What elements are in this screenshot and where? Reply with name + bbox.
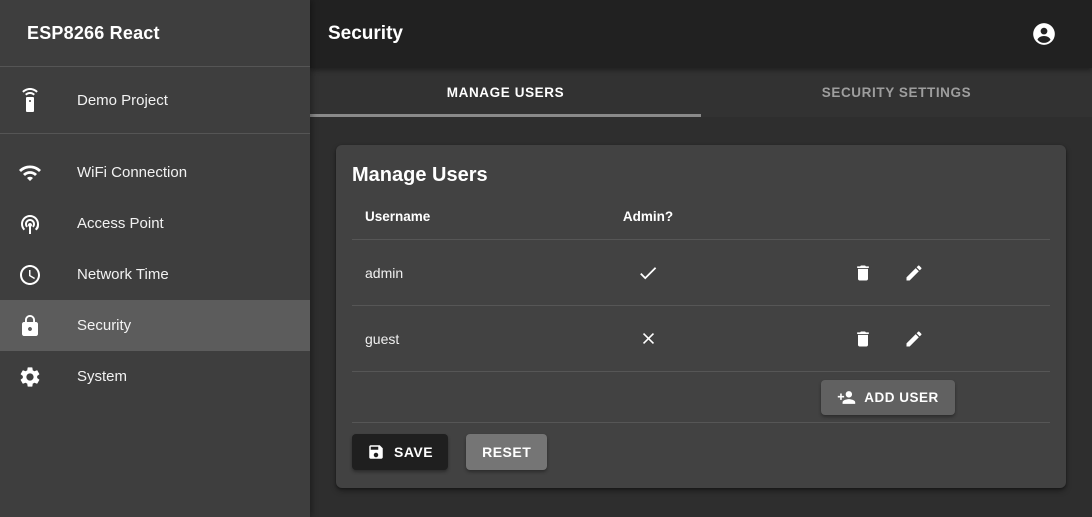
table-header-row: Username Admin? xyxy=(352,194,1050,240)
delete-user-button[interactable] xyxy=(843,319,883,359)
column-header-admin: Admin? xyxy=(570,209,726,224)
sidebar-item-demo-project[interactable]: Demo Project xyxy=(0,67,310,133)
save-icon xyxy=(367,443,385,461)
add-user-button[interactable]: ADD USER xyxy=(821,380,955,415)
person-add-icon xyxy=(837,388,856,407)
lock-icon xyxy=(18,314,42,338)
sidebar: ESP8266 React Demo Project WiFi Connecti… xyxy=(0,0,310,517)
card-title: Manage Users xyxy=(352,161,1050,189)
sidebar-header: ESP8266 React xyxy=(0,0,310,67)
sidebar-item-label: WiFi Connection xyxy=(77,164,187,181)
tab-manage-users[interactable]: MANAGE USERS xyxy=(310,68,701,117)
save-button[interactable]: SAVE xyxy=(352,434,448,470)
content-area: Manage Users Username Admin? admin xyxy=(310,117,1092,517)
table-row: admin xyxy=(352,240,1050,306)
form-actions: SAVE RESET xyxy=(352,434,1050,470)
edit-icon xyxy=(904,329,924,349)
admin-cell xyxy=(570,329,726,348)
sidebar-item-access-point[interactable]: Access Point xyxy=(0,198,310,249)
users-table: Username Admin? admin xyxy=(352,194,1050,423)
actions-cell xyxy=(726,319,1050,359)
edit-user-button[interactable] xyxy=(894,253,934,293)
sidebar-item-wifi-connection[interactable]: WiFi Connection xyxy=(0,147,310,198)
sidebar-item-label: Demo Project xyxy=(77,92,168,109)
check-icon xyxy=(637,262,659,284)
app-title: ESP8266 React xyxy=(27,23,160,44)
page-title: Security xyxy=(328,23,1024,45)
tab-security-settings[interactable]: SECURITY SETTINGS xyxy=(701,68,1092,117)
column-header-username: Username xyxy=(352,209,570,224)
account-button[interactable] xyxy=(1024,14,1064,54)
wifi-tethering-icon xyxy=(18,212,42,236)
delete-icon xyxy=(853,329,873,349)
gear-icon xyxy=(18,365,42,389)
active-tab-indicator xyxy=(310,114,701,117)
wifi-icon xyxy=(18,161,42,185)
sidebar-item-network-time[interactable]: Network Time xyxy=(0,249,310,300)
appbar: Security xyxy=(310,0,1092,68)
edit-icon xyxy=(904,263,924,283)
sidebar-item-security[interactable]: Security xyxy=(0,300,310,351)
sidebar-item-system[interactable]: System xyxy=(0,351,310,402)
tab-label: MANAGE USERS xyxy=(447,85,564,100)
clock-icon xyxy=(18,263,42,287)
actions-cell xyxy=(726,253,1050,293)
reset-label: RESET xyxy=(482,444,531,460)
close-icon xyxy=(639,329,658,348)
main-area: Security MANAGE USERS SECURITY SETTINGS xyxy=(310,0,1092,517)
username-cell: guest xyxy=(352,331,570,347)
account-circle-icon xyxy=(1031,21,1057,47)
tab-bar: MANAGE USERS SECURITY SETTINGS xyxy=(310,68,1092,117)
admin-cell xyxy=(570,262,726,284)
sidebar-item-label: System xyxy=(77,368,127,385)
reset-button[interactable]: RESET xyxy=(466,434,547,470)
sidebar-nav: WiFi Connection Access Point Network Tim… xyxy=(0,134,310,402)
username-cell: admin xyxy=(352,265,570,281)
edit-user-button[interactable] xyxy=(894,319,934,359)
app-window: ESP8266 React Demo Project WiFi Connecti… xyxy=(0,0,1092,517)
manage-users-card: Manage Users Username Admin? admin xyxy=(336,145,1066,488)
remote-icon xyxy=(18,88,42,112)
add-user-label: ADD USER xyxy=(864,390,939,405)
table-row: guest xyxy=(352,306,1050,372)
delete-icon xyxy=(853,263,873,283)
sidebar-item-label: Network Time xyxy=(77,266,169,283)
delete-user-button[interactable] xyxy=(843,253,883,293)
sidebar-item-label: Security xyxy=(77,317,131,334)
table-footer-row: ADD USER xyxy=(352,372,1050,423)
save-label: SAVE xyxy=(394,444,433,460)
tab-label: SECURITY SETTINGS xyxy=(822,85,971,100)
sidebar-item-label: Access Point xyxy=(77,215,164,232)
